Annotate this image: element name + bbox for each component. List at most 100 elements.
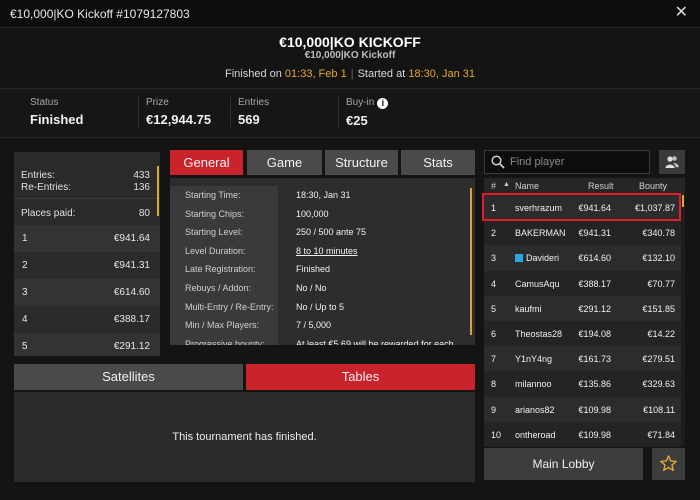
payout-place: 2 bbox=[22, 260, 28, 271]
divider: | bbox=[350, 68, 354, 80]
close-icon[interactable]: ✕ bbox=[675, 4, 688, 22]
tab-game[interactable]: Game bbox=[247, 150, 322, 175]
tab-general[interactable]: General bbox=[170, 150, 243, 175]
detail-row: Starting Level: 250 / 500 ante 75 bbox=[170, 223, 475, 242]
stat-status: Status Finished bbox=[30, 97, 83, 127]
player-row[interactable]: 9 arianos82 €109.98 €108.11 bbox=[484, 396, 681, 422]
info-icon[interactable]: i bbox=[377, 98, 389, 109]
player-result: €109.98 bbox=[578, 404, 611, 415]
tournament-title: €10,000|KO KICKOFF bbox=[279, 34, 421, 50]
tables-panel: This tournament has finished. bbox=[14, 392, 475, 482]
stat-label: Buy-in i bbox=[346, 97, 389, 109]
stat-value: Finished bbox=[30, 112, 84, 127]
friends-button[interactable] bbox=[659, 150, 685, 174]
detail-row: Late Registration: Finished bbox=[170, 260, 475, 279]
player-row[interactable]: 7 Y1nY4ng €161.73 €279.51 bbox=[484, 346, 681, 372]
scrollbar[interactable] bbox=[157, 166, 159, 216]
col-bounty[interactable]: Bounty bbox=[639, 181, 667, 191]
started-label: Started at bbox=[357, 68, 406, 80]
entries-label: Entries: bbox=[21, 170, 55, 181]
player-bounty: €340.78 bbox=[642, 228, 675, 239]
player-row[interactable]: 10 ontheroad €109.98 €71.84 bbox=[484, 421, 681, 447]
detail-value: No / No bbox=[296, 283, 327, 293]
player-name: arianos82 bbox=[515, 404, 555, 415]
tournament-times: Finished on 01:33, Feb 1 | Started at 18:3… bbox=[0, 68, 700, 80]
places-label: Places paid: bbox=[21, 208, 76, 219]
favorite-button[interactable] bbox=[652, 448, 685, 480]
detail-row: Rebuys / Addon: No / No bbox=[170, 279, 475, 298]
detail-row: Starting Time: 18:30, Jan 31 bbox=[170, 186, 475, 205]
main-lobby-button[interactable]: Main Lobby bbox=[484, 448, 643, 480]
divider bbox=[138, 97, 139, 127]
search-placeholder: Find player bbox=[510, 156, 565, 168]
divider bbox=[14, 198, 160, 199]
player-row[interactable]: 5 kaufmi €291.12 €151.85 bbox=[484, 295, 681, 321]
player-name: Davideri bbox=[515, 253, 567, 263]
scrollbar[interactable] bbox=[682, 195, 684, 207]
payout-place: 3 bbox=[22, 287, 28, 298]
scrollbar[interactable] bbox=[470, 188, 472, 335]
places-value: 80 bbox=[138, 208, 150, 219]
payout-row: 1 €941.64 bbox=[14, 225, 160, 252]
reentries-value: 136 bbox=[133, 182, 150, 193]
player-row[interactable]: 2 BAKERMAN €941.31 €340.78 bbox=[484, 220, 681, 246]
stat-label: Prize bbox=[146, 97, 169, 108]
level-duration-link[interactable]: 8 to 10 minutes bbox=[296, 242, 358, 261]
payouts-panel: Entries: 433 Re-Entries: 136 Places paid: 8… bbox=[14, 152, 160, 356]
buyin-label: Buy-in bbox=[346, 97, 375, 108]
general-details: Starting Time: 18:30, Jan 31 Starting Chi… bbox=[170, 178, 475, 345]
player-result: €194.08 bbox=[578, 329, 611, 339]
player-row[interactable]: 6 Theostas28 €194.08 €14.22 bbox=[484, 321, 681, 347]
payout-amount: €388.17 bbox=[113, 314, 150, 325]
detail-row: Multi-Entry / Re-Entry: No / Up to 5 bbox=[170, 297, 475, 317]
player-result: €135.86 bbox=[578, 379, 611, 390]
player-search-input[interactable]: Find player bbox=[484, 150, 650, 174]
flag-icon bbox=[515, 254, 523, 263]
player-bounty: €132.10 bbox=[642, 253, 675, 264]
payout-row: 4 €388.17 bbox=[14, 306, 160, 333]
player-bounty: €108.11 bbox=[643, 404, 675, 415]
player-name: milannoo bbox=[515, 379, 552, 390]
detail-row: Level Duration: 8 to 10 minutes bbox=[170, 241, 475, 261]
detail-value: At least €5.69 will be rewarded for each bbox=[296, 338, 454, 345]
stat-value: €25 bbox=[346, 113, 368, 128]
player-name: Y1nY4ng bbox=[515, 354, 553, 365]
stat-label: Status bbox=[30, 97, 59, 108]
col-result[interactable]: Result bbox=[588, 181, 614, 191]
payout-amount: €614.60 bbox=[113, 287, 150, 298]
player-row[interactable]: 4 CamusAqu €388.17 €70.77 bbox=[484, 270, 681, 296]
player-row[interactable]: 8 milannoo €135.86 €329.63 bbox=[484, 371, 681, 397]
player-rank: 9 bbox=[491, 404, 497, 415]
stat-label: Entries bbox=[238, 97, 270, 108]
tab-tables[interactable]: Tables bbox=[246, 364, 475, 390]
player-row[interactable]: 3 Davideri €614.60 €132.10 bbox=[484, 245, 681, 271]
tab-stats[interactable]: Stats bbox=[401, 150, 475, 175]
col-rank[interactable]: # bbox=[491, 181, 496, 191]
players-header: # ▲ Name Result Bounty bbox=[484, 178, 685, 194]
detail-label: Starting Chips: bbox=[170, 204, 278, 224]
started-time: 18:30, Jan 31 bbox=[408, 68, 475, 80]
tab-satellites[interactable]: Satellites bbox=[14, 364, 243, 390]
tab-structure[interactable]: Structure bbox=[325, 150, 398, 175]
stat-prize: Prize €12,944.75 bbox=[138, 97, 212, 127]
player-result: €614.60 bbox=[578, 253, 611, 264]
divider bbox=[338, 97, 339, 127]
player-name-text: Davideri bbox=[526, 253, 560, 264]
player-name: CamusAqu bbox=[515, 278, 560, 289]
detail-value: 7 / 5,000 bbox=[296, 320, 332, 331]
divider bbox=[230, 97, 231, 127]
stat-value: 569 bbox=[238, 112, 260, 127]
col-name[interactable]: Name bbox=[515, 181, 539, 191]
detail-value: 18:30, Jan 31 bbox=[296, 190, 351, 200]
detail-label: Starting Level: bbox=[170, 223, 278, 242]
player-result: €161.73 bbox=[578, 354, 611, 365]
player-rank: 7 bbox=[491, 354, 497, 365]
detail-label: Level Duration: bbox=[170, 241, 278, 261]
detail-label: Late Registration: bbox=[170, 260, 278, 279]
player-bounty: €329.63 bbox=[642, 379, 675, 390]
player-name: kaufmi bbox=[515, 303, 542, 314]
player-rank: 4 bbox=[491, 278, 497, 289]
detail-row: Min / Max Players: 7 / 5,000 bbox=[170, 316, 475, 335]
detail-label: Rebuys / Addon: bbox=[170, 279, 278, 298]
stat-value: €12,944.75 bbox=[146, 112, 212, 127]
